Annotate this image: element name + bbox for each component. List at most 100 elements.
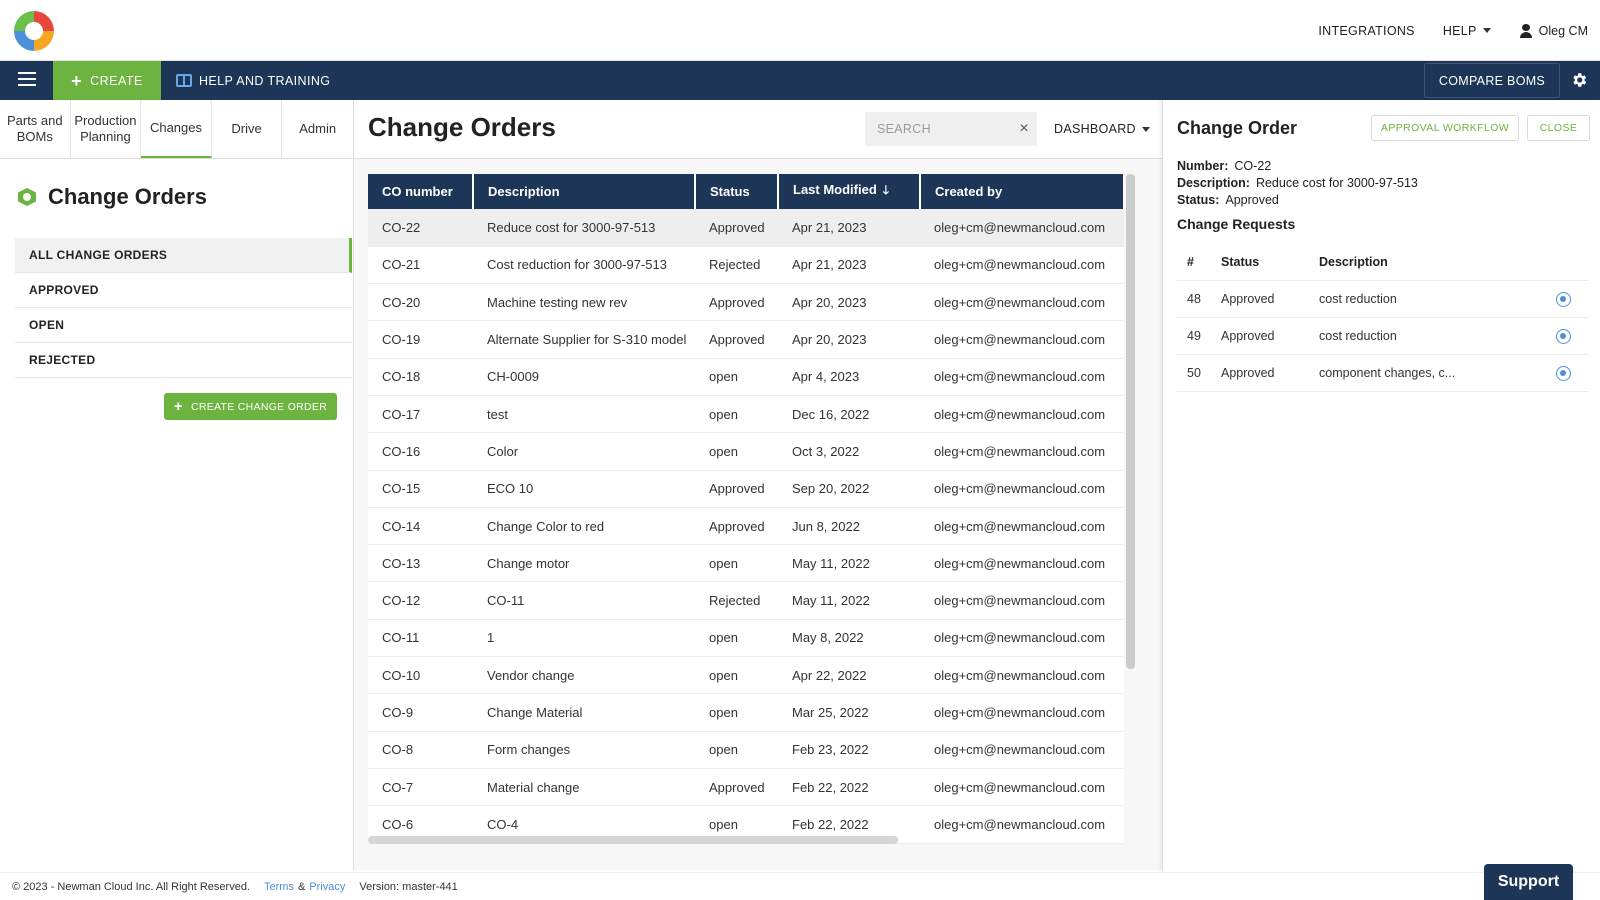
table-row[interactable]: CO-20 Machine testing new rev Approved Apr …: [368, 283, 1124, 322]
co-number-cell: CO-19: [368, 320, 473, 359]
main-navbar: + CREATE HELP AND TRAINING COMPARE BOMS: [0, 61, 1600, 100]
last-modified-cell: May 11, 2022: [778, 544, 920, 583]
tab-drive[interactable]: Drive: [212, 100, 283, 158]
status-cell: open: [695, 358, 778, 396]
table-row[interactable]: CO-13 Change motor open May 11, 2022 oleg+cm…: [368, 544, 1124, 583]
close-icon[interactable]: ×: [1010, 112, 1038, 146]
compare-boms-button[interactable]: COMPARE BOMS: [1424, 63, 1560, 98]
table-row[interactable]: CO-9 Change Material open Mar 25, 2022 oleg+…: [368, 693, 1124, 732]
table-row[interactable]: CO-17 test open Dec 16, 2022 oleg+cm@newmanc…: [368, 395, 1124, 434]
create-label: CREATE: [90, 73, 143, 88]
column-header-last-modified[interactable]: Last Modified 🡓: [778, 174, 921, 209]
table-row[interactable]: CO-16 Color open Oct 3, 2022 oleg+cm@newmanc…: [368, 432, 1124, 471]
view-icon[interactable]: [1556, 291, 1571, 307]
table-row[interactable]: CO-19 Alternate Supplier for S-310 model A…: [368, 320, 1124, 359]
table-row[interactable]: CO-10 Vendor change open Apr 22, 2022 oleg+c…: [368, 656, 1124, 695]
description-cell: Cost reduction for 3000-97-513: [473, 246, 695, 285]
status-label: Status:: [1177, 193, 1220, 207]
table-row[interactable]: CO-22 Reduce cost for 3000-97-513 Approved…: [368, 209, 1124, 247]
detail-panel: Change Order APPROVAL WORKFLOW CLOSE Num…: [1162, 100, 1600, 872]
left-panel: Parts and BOMs Production Planning Chang…: [0, 100, 354, 870]
created-by-cell: oleg+cm@newmancloud.com: [920, 320, 1124, 359]
dashboard-dropdown[interactable]: DASHBOARD: [1054, 112, 1150, 146]
created-by-cell: oleg+cm@newmancloud.com: [920, 731, 1124, 769]
user-menu[interactable]: Oleg CM: [1519, 23, 1588, 38]
vertical-scrollbar[interactable]: [1126, 174, 1135, 669]
description-cell: CH-0009: [473, 358, 695, 396]
create-change-order-button[interactable]: + CREATE CHANGE ORDER: [164, 393, 337, 420]
status-cell: open: [695, 693, 778, 732]
integrations-link[interactable]: INTEGRATIONS: [1318, 24, 1414, 38]
table-header-row: CO number Description Status Last Modifi…: [368, 174, 1124, 209]
column-header-created-by[interactable]: Created by: [920, 174, 1124, 209]
horizontal-scrollbar[interactable]: [368, 836, 898, 844]
terms-link[interactable]: Terms: [264, 881, 294, 893]
chevron-down-icon: [1141, 126, 1150, 132]
change-requests-table: # Status Description 48 Approved cost redu…: [1177, 244, 1589, 392]
tab-parts-and-boms[interactable]: Parts and BOMs: [0, 100, 71, 158]
table-row[interactable]: CO-11 1 open May 8, 2022 oleg+cm@newmancloud…: [368, 619, 1124, 658]
created-by-cell: oleg+cm@newmancloud.com: [920, 619, 1124, 658]
cr-description-cell: component changes, c...: [1319, 366, 1456, 380]
table-row[interactable]: CO-7 Material change Approved Feb 22, 2022 o…: [368, 768, 1124, 807]
description-cell: test: [473, 395, 695, 434]
created-by-cell: oleg+cm@newmancloud.com: [920, 544, 1124, 583]
table-row[interactable]: CO-8 Form changes open Feb 23, 2022 oleg+cm@…: [368, 731, 1124, 769]
filter-rejected[interactable]: REJECTED: [15, 343, 352, 378]
view-icon[interactable]: [1556, 328, 1571, 344]
column-header-status[interactable]: Status: [695, 174, 779, 209]
privacy-link[interactable]: Privacy: [309, 881, 345, 893]
co-number-cell: CO-7: [368, 768, 473, 807]
created-by-cell: oleg+cm@newmancloud.com: [920, 805, 1124, 844]
cr-number-cell: 50: [1187, 366, 1201, 380]
help-training-label: HELP AND TRAINING: [199, 73, 331, 88]
tab-admin[interactable]: Admin: [282, 100, 353, 158]
filter-all-change-orders[interactable]: ALL CHANGE ORDERS: [15, 238, 352, 273]
tab-production-planning[interactable]: Production Planning: [71, 100, 142, 158]
main-content: Change Orders × DASHBOARD CO number Desc…: [354, 100, 1162, 870]
change-request-row[interactable]: 49 Approved cost reduction: [1177, 318, 1589, 355]
column-header-description[interactable]: Description: [473, 174, 696, 209]
book-icon: [176, 74, 192, 87]
help-and-training-button[interactable]: HELP AND TRAINING: [176, 61, 330, 100]
column-header-co-number[interactable]: CO number: [368, 174, 474, 209]
filter-approved[interactable]: APPROVED: [15, 273, 352, 308]
cr-description-cell: cost reduction: [1319, 329, 1397, 343]
description-cell: Change motor: [473, 544, 695, 583]
help-menu[interactable]: HELP: [1443, 24, 1491, 38]
approval-workflow-button[interactable]: APPROVAL WORKFLOW: [1371, 115, 1519, 141]
table-row[interactable]: CO-21 Cost reduction for 3000-97-513 Rejec…: [368, 246, 1124, 285]
created-by-cell: oleg+cm@newmancloud.com: [920, 432, 1124, 471]
detail-title: Change Order: [1177, 118, 1298, 138]
last-modified-cell: May 11, 2022: [778, 581, 920, 620]
last-modified-cell: Apr 21, 2023: [778, 209, 920, 247]
app-logo[interactable]: [14, 11, 54, 51]
tab-changes[interactable]: Changes: [141, 100, 212, 158]
gear-icon[interactable]: [1570, 71, 1588, 89]
page-title: Change Orders: [368, 112, 556, 142]
create-button[interactable]: + CREATE: [53, 61, 161, 100]
co-number-cell: CO-21: [368, 246, 473, 285]
close-button[interactable]: CLOSE: [1527, 115, 1590, 141]
status-cell: Approved: [695, 283, 778, 322]
description-cell: ECO 10: [473, 470, 695, 508]
change-request-row[interactable]: 50 Approved component changes, c...: [1177, 355, 1589, 392]
table-row[interactable]: CO-18 CH-0009 open Apr 4, 2023 oleg+cm@newma…: [368, 358, 1124, 396]
status-cell: Rejected: [695, 581, 778, 620]
description-cell: Machine testing new rev: [473, 283, 695, 322]
table-row[interactable]: CO-15 ECO 10 Approved Sep 20, 2022 oleg+cm@n…: [368, 470, 1124, 508]
description-cell: Change Color to red: [473, 507, 695, 546]
last-modified-cell: Jun 8, 2022: [778, 507, 920, 546]
plus-icon: +: [71, 70, 83, 91]
co-number-cell: CO-16: [368, 432, 473, 471]
filter-open[interactable]: OPEN: [15, 308, 352, 343]
menu-icon[interactable]: [18, 72, 36, 88]
change-request-row[interactable]: 48 Approved cost reduction: [1177, 281, 1589, 318]
status-cell: open: [695, 619, 778, 658]
table-row[interactable]: CO-12 CO-11 Rejected May 11, 2022 oleg+cm@ne…: [368, 581, 1124, 620]
support-button[interactable]: Support: [1484, 864, 1573, 900]
status-cell: Approved: [695, 470, 778, 508]
view-icon[interactable]: [1556, 365, 1571, 381]
table-row[interactable]: CO-14 Change Color to red Approved Jun 8, 2…: [368, 507, 1124, 546]
description-cell: Color: [473, 432, 695, 471]
